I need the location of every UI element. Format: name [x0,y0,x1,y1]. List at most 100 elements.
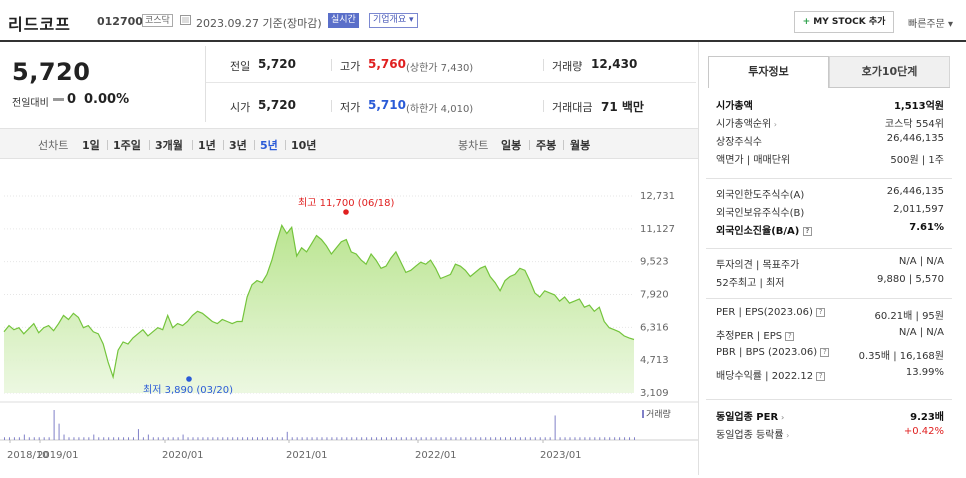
info-row-label: 상장주식수 [716,137,762,148]
volume-bar [237,437,239,440]
period-3y[interactable]: 3년 [229,137,247,153]
info-row[interactable]: 시가총액순위 › 코스닥 554위 [716,115,944,133]
info-group-divider [706,178,952,179]
volume-legend-swatch [642,410,644,418]
no-change-icon [53,98,64,101]
volume-bar [296,437,298,440]
volume-bar [207,437,209,440]
volume-bar [192,437,194,440]
volume-bar [152,437,154,440]
period-separator [285,140,286,150]
info-row: 배당수익률 | 2022.12 ? 13.99% [716,367,944,385]
volume-bar [619,437,621,440]
tab-investment-info[interactable]: 투자정보 [708,56,829,88]
high-label: 고가 [340,60,361,73]
volume-bar [232,437,234,440]
period-3m[interactable]: 3개월 [155,137,183,153]
help-icon[interactable]: ? [816,307,826,317]
period-1d[interactable]: 1일 [82,137,100,153]
add-mystock-button[interactable]: + MY STOCK 추가 [794,11,894,33]
price-chart-svg: 12,731 11,127 9,523 7,920 6,316 4,713 3,109 최고… [0,191,698,461]
volume-bar [599,437,601,440]
info-row: 외국인보유주식수(B) 2,011,597 [716,204,944,222]
info-row-label: 동일업종 등락률 › [716,430,790,441]
y-tick-label: 6,316 [640,322,669,333]
volume-bar [589,437,591,440]
realtime-button[interactable]: 실시간 [328,13,359,28]
y-tick-label: 11,127 [640,224,675,235]
candle-daily[interactable]: 일봉 [501,137,521,153]
info-row-label: 52주최고 | 최저 [716,278,785,289]
candle-monthly[interactable]: 월봉 [570,137,590,153]
volume-label: 거래량 [552,60,583,73]
info-group-divider [706,399,952,400]
volume-bar [321,437,323,440]
lower-limit: (하한가 4,010) [406,104,474,115]
volume-bar [286,431,288,440]
volume-bar [212,437,214,440]
header-divider [0,40,966,42]
volume-bar [505,437,507,440]
date-text: 2023.09.27 기준(장마감) [196,17,322,30]
period-1w[interactable]: 1주일 [113,137,141,153]
volume-bar [23,434,25,440]
volume-bar [425,437,427,440]
prev-close-label: 전일 [230,60,251,73]
volume-bar [132,437,134,440]
tab-orderbook-10[interactable]: 호가10단계 [829,56,950,88]
current-price: 5,720 [12,58,91,86]
info-row: 외국인소진율(B/A) ? 7.61% [716,222,944,240]
volume-bar [252,437,254,440]
info-row-label: 동일업종 PER › [716,412,785,423]
candle-weekly[interactable]: 주봉 [536,137,556,153]
volume-bar [410,437,412,440]
volume-bar [624,437,626,440]
volume-bar [311,437,313,440]
low-label: 저가 [340,101,361,114]
volume-bar [68,437,70,440]
trade-amount-value: 71 백만 [601,100,644,114]
quick-order-button[interactable]: 빠른주문 ▾ [908,15,953,30]
x-tick-label: 2023/01 [540,450,582,461]
period-10y[interactable]: 10년 [291,137,316,153]
volume-bar [331,437,333,440]
volume-bar [609,437,611,440]
trade-amount-label: 거래대금 [552,101,593,114]
stock-header: 리드코프 012700 코스닥 2023.09.27 기준(장마감) 실시간 기… [0,0,966,40]
volume-bar [559,437,561,440]
info-row: 액면가 | 매매단위 500원 | 1주 [716,151,944,169]
volume-bar [48,437,50,440]
cell-separator [543,100,544,112]
volume-bar [83,437,85,440]
volume-bar [584,437,586,440]
volume-bar [569,437,571,440]
help-icon[interactable]: ? [820,347,830,357]
info-row-label: 추정PER | EPS ? [716,327,795,342]
volume-bar [629,437,631,440]
volume-bar [376,437,378,440]
info-row: 외국인한도주식수(A) 26,446,135 [716,186,944,204]
volume-bar [341,437,343,440]
help-icon[interactable]: ? [816,371,826,381]
info-row: PBR | BPS (2023.06) ? 0.35배 | 16,168원 [716,347,944,365]
volume-bar [63,434,65,440]
volume-bar [544,437,546,440]
info-row[interactable]: 동일업종 등락률 › +0.42% [716,426,944,444]
open-value: 5,720 [258,98,296,112]
price-chart[interactable]: 12,731 11,127 9,523 7,920 6,316 4,713 3,109 최고… [0,160,698,475]
volume-bar [142,437,144,440]
period-5y[interactable]: 5년 [260,137,278,153]
volume-bar [98,437,100,440]
period-separator [563,140,564,150]
volume-bar [524,437,526,440]
info-row[interactable]: 동일업종 PER › 9.23배 [716,408,944,426]
volume-bar [549,437,551,440]
period-1y[interactable]: 1년 [198,137,216,153]
summary-row-divider [206,82,696,83]
period-separator [149,140,150,150]
volume-bar [103,437,105,440]
help-icon[interactable]: ? [785,331,795,341]
help-icon[interactable]: ? [802,226,812,236]
company-overview-button[interactable]: 기업개요 ▾ [369,13,418,28]
x-tick-label: 2022/01 [415,450,457,461]
